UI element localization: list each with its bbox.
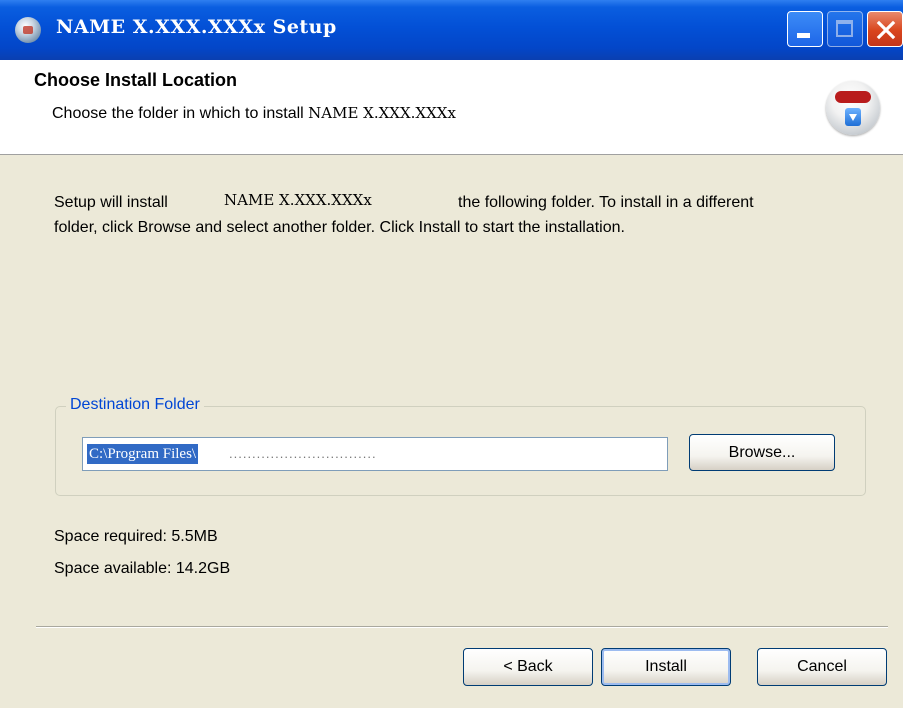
page-subtitle-text: Choose the folder in which to install	[52, 105, 309, 122]
browse-button-label: Browse...	[728, 444, 796, 461]
installer-app-icon	[15, 17, 41, 43]
setup-window: NAME X.XXX.XXXx Setup Choose Install Loc…	[0, 0, 903, 708]
space-available: Space available: 14.2GB	[54, 560, 231, 577]
close-button[interactable]	[867, 11, 903, 47]
logo-badge	[835, 91, 871, 103]
page-subtitle-product: NAME X.XXX.XXXx	[308, 104, 456, 122]
destination-path-selected-text: C:\Program Files\	[87, 444, 199, 464]
instructions-line1-end: the following folder. To install in a di…	[458, 194, 754, 211]
cancel-button-label: Cancel	[797, 658, 847, 675]
cancel-button[interactable]: Cancel	[757, 648, 887, 686]
window-title: NAME X.XXX.XXXx Setup	[56, 16, 337, 38]
install-button[interactable]: Install	[601, 648, 731, 686]
close-icon	[876, 20, 896, 40]
space-required: Space required: 5.5MB	[54, 528, 218, 545]
destination-path-rest: ................................	[229, 446, 377, 461]
installer-logo-icon	[826, 81, 880, 135]
page-subtitle: Choose the folder in which to install NA…	[52, 104, 456, 123]
back-button[interactable]: < Back	[463, 648, 593, 686]
destination-folder-label: Destination Folder	[66, 396, 204, 414]
back-button-label: < Back	[503, 658, 553, 675]
install-button-label: Install	[645, 658, 687, 675]
browse-button[interactable]: Browse...	[689, 434, 835, 471]
page-title: Choose Install Location	[34, 70, 238, 90]
maximize-button[interactable]	[827, 11, 863, 47]
button-separator	[36, 626, 888, 628]
instructions-line2: folder, click Browse and select another …	[54, 219, 625, 236]
instructions-line1-start: Setup will install	[54, 194, 168, 211]
download-arrow-icon	[845, 108, 861, 126]
minimize-button[interactable]	[787, 11, 823, 47]
destination-path-input[interactable]: C:\Program Files\ ......................…	[82, 437, 668, 471]
wizard-header: Choose Install Location Choose the folde…	[0, 60, 903, 155]
title-bar[interactable]: NAME X.XXX.XXXx Setup	[0, 0, 903, 60]
instructions-product: NAME X.XXX.XXXx	[224, 191, 372, 209]
